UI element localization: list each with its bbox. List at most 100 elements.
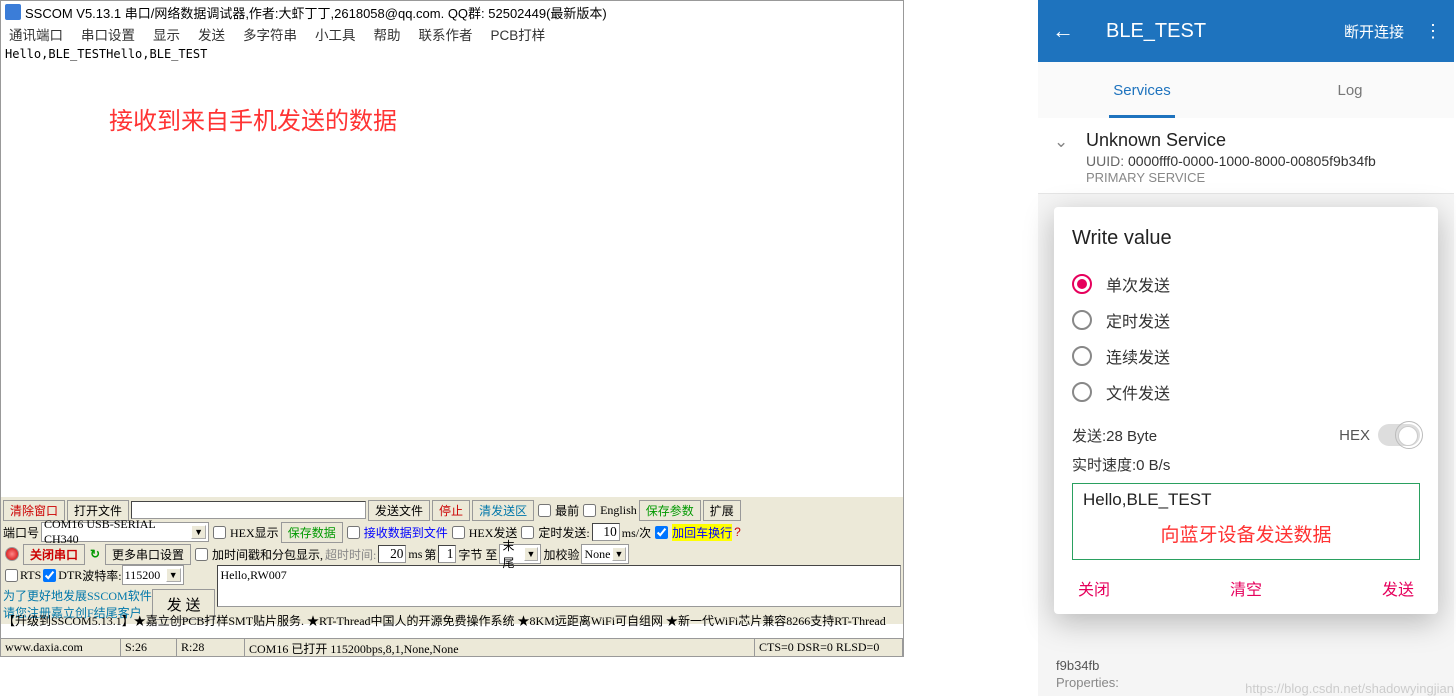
timeout-input[interactable] [378, 545, 406, 563]
radio-single-send[interactable]: 单次发送 [1072, 266, 1420, 302]
radio-file-send[interactable]: 文件发送 [1072, 374, 1420, 410]
window-title: SSCOM V5.13.1 串口/网络数据调试器,作者:大虾丁丁,2618058… [25, 3, 607, 22]
dialog-title: Write value [1072, 227, 1420, 250]
check-label: 加校验 [543, 546, 579, 563]
status-sent: S:26 [121, 639, 177, 656]
hex-toggle[interactable] [1378, 424, 1420, 446]
received-text: Hello,BLE_TESTHello,BLE_TEST [5, 47, 899, 61]
rx-annotation: 接收到来自手机发送的数据 [109, 101, 397, 136]
crlf-label: 加回车换行 [672, 524, 732, 541]
rx-file-label: 接收数据到文件 [364, 524, 448, 541]
watermark: https://blog.csdn.net/shadowyingjian [1245, 681, 1454, 696]
radio-icon [1072, 346, 1092, 366]
phone-title: BLE_TEST [1106, 20, 1344, 43]
upgrade-banner[interactable]: 【升级到SSCOM5.13.1】★嘉立创PCB打样SMT贴片服务. ★RT-Th… [3, 612, 886, 629]
rts-checkbox[interactable] [5, 569, 18, 582]
refresh-icon[interactable]: ↻ [87, 546, 103, 562]
phone-screenshot: ← BLE_TEST 断开连接 ⋮ Services Log ⌄ Unknown… [1038, 0, 1454, 696]
timestamp-label: 加时间戳和分包显示, [212, 546, 323, 563]
rx-file-checkbox[interactable] [347, 526, 360, 539]
hex-label: HEX [1339, 427, 1370, 444]
dialog-buttons: 关闭 清空 发送 [1072, 560, 1420, 600]
timed-send-checkbox[interactable] [521, 526, 534, 539]
send-bytes-row: 发送:28 Byte HEX [1072, 424, 1420, 446]
timestamp-checkbox[interactable] [195, 548, 208, 561]
speed-row: 实时速度:0 B/s [1072, 454, 1420, 475]
menubar: 通讯端口 串口设置 显示 发送 多字符串 小工具 帮助 联系作者 PCB打样 [1, 23, 903, 45]
menu-tools[interactable]: 小工具 [315, 24, 356, 44]
status-signals: CTS=0 DSR=0 RLSD=0 [755, 639, 903, 656]
port-label: 端口号 [3, 524, 39, 541]
write-value-dialog: Write value 单次发送 定时发送 连续发送 文件发送 发送:28 By… [1054, 207, 1438, 614]
service-item[interactable]: ⌄ Unknown Service UUID: 0000fff0-0000-10… [1038, 118, 1454, 194]
input-value: Hello,BLE_TEST [1083, 490, 1409, 510]
receive-area[interactable]: Hello,BLE_TESTHello,BLE_TEST 接收到来自手机发送的数… [1, 45, 903, 495]
menu-port-settings[interactable]: 串口设置 [81, 24, 135, 44]
baud-label: 波特率: [82, 567, 121, 584]
expand-button[interactable]: 扩展 [703, 500, 741, 521]
service-type: PRIMARY SERVICE [1086, 170, 1436, 185]
dtr-checkbox[interactable] [43, 569, 56, 582]
more-vert-icon[interactable]: ⋮ [1424, 21, 1440, 42]
timed-send-label: 定时发送: [538, 524, 589, 541]
baud-combo[interactable]: 115200 [122, 565, 184, 585]
check-combo[interactable]: None [581, 544, 629, 564]
nth-input[interactable] [438, 545, 456, 563]
disconnect-button[interactable]: 断开连接 [1344, 21, 1404, 42]
dialog-clear-button[interactable]: 清空 [1230, 576, 1262, 600]
titlebar: SSCOM V5.13.1 串口/网络数据调试器,作者:大虾丁丁,2618058… [1, 1, 903, 23]
dialog-send-button[interactable]: 发送 [1382, 576, 1414, 600]
write-value-input[interactable]: Hello,BLE_TEST 向蓝牙设备发送数据 [1072, 483, 1420, 560]
radio-icon [1072, 382, 1092, 402]
save-data-button[interactable]: 保存数据 [281, 522, 343, 543]
crlf-checkbox[interactable] [655, 526, 668, 539]
topmost-checkbox[interactable] [538, 504, 551, 517]
service-uuid: UUID: 0000fff0-0000-1000-8000-00805f9b34… [1086, 153, 1436, 169]
menu-multistring[interactable]: 多字符串 [243, 24, 297, 44]
send-textarea[interactable]: Hello,RW007 [217, 565, 901, 607]
tail-combo[interactable]: 末尾 [499, 544, 541, 564]
english-checkbox[interactable] [583, 504, 596, 517]
timed-interval-input[interactable] [592, 523, 620, 541]
status-recv: R:28 [177, 639, 245, 656]
menu-send[interactable]: 发送 [198, 24, 225, 44]
sscom-window: SSCOM V5.13.1 串口/网络数据调试器,作者:大虾丁丁,2618058… [0, 0, 904, 657]
app-icon [5, 4, 21, 20]
dialog-close-button[interactable]: 关闭 [1078, 576, 1110, 600]
nth-label: 第 [424, 546, 436, 563]
menu-comm-port[interactable]: 通讯端口 [9, 24, 63, 44]
ms-label: ms [408, 547, 422, 562]
menu-pcb[interactable]: PCB打样 [491, 24, 546, 44]
chevron-down-icon: ⌄ [1054, 132, 1068, 152]
timed-unit-label: ms/次 [622, 524, 651, 541]
port-combo[interactable]: COM16 USB-SERIAL CH340 [41, 522, 209, 542]
hex-show-checkbox[interactable] [213, 526, 226, 539]
back-arrow-icon[interactable]: ← [1052, 18, 1074, 44]
phone-tabs: Services Log [1038, 62, 1454, 118]
status-url[interactable]: www.daxia.com [1, 639, 121, 656]
control-panel: 清除窗口 打开文件 发送文件 停止 清发送区 最前 English 保存参数 扩… [1, 495, 903, 624]
menu-display[interactable]: 显示 [153, 24, 180, 44]
topmost-label: 最前 [555, 502, 579, 519]
rts-label: RTS [20, 568, 41, 583]
tab-services[interactable]: Services [1038, 62, 1246, 118]
port-led-icon [5, 547, 19, 561]
save-params-button[interactable]: 保存参数 [639, 500, 701, 521]
radio-timed-send[interactable]: 定时发送 [1072, 302, 1420, 338]
stop-button[interactable]: 停止 [432, 500, 470, 521]
tab-log[interactable]: Log [1246, 62, 1454, 118]
char-uuid-fragment: f9b34fb [1056, 658, 1436, 673]
promo-line1: 为了更好地发展SSCOM软件 [3, 587, 152, 604]
clear-send-button[interactable]: 清发送区 [472, 500, 534, 521]
send-file-button[interactable]: 发送文件 [368, 500, 430, 521]
input-annotation: 向蓝牙设备发送数据 [1083, 510, 1409, 553]
statusbar: www.daxia.com S:26 R:28 COM16 已打开 115200… [1, 638, 903, 656]
radio-icon [1072, 310, 1092, 330]
radio-icon [1072, 274, 1092, 294]
timeout-label: 超时时间: [325, 546, 376, 563]
menu-help[interactable]: 帮助 [374, 24, 401, 44]
status-com: COM16 已打开 115200bps,8,1,None,None [245, 639, 755, 656]
hex-send-checkbox[interactable] [452, 526, 465, 539]
menu-contact[interactable]: 联系作者 [419, 24, 473, 44]
radio-continuous-send[interactable]: 连续发送 [1072, 338, 1420, 374]
